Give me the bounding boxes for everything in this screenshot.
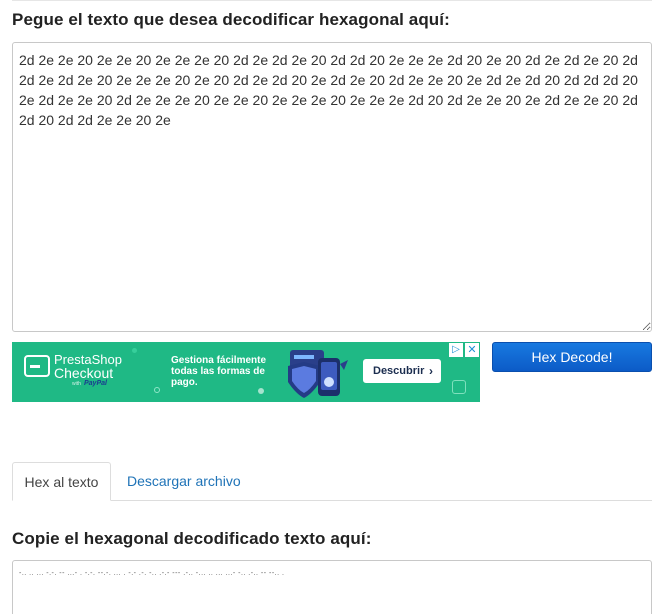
ad-banner[interactable]: PrestaShop Checkout with PayPal Gestiona… <box>12 342 480 402</box>
output-heading: Copie el hexagonal decodificado texto aq… <box>12 529 372 548</box>
ad-decor-dot <box>154 387 160 393</box>
hex-decoder-page: Pegue el texto que desea decodificar hex… <box>0 0 668 614</box>
ad-cta-label: Descubrir <box>373 365 425 377</box>
decoded-output-textarea[interactable]: -.. .. ... -.-. -- ...- . -.-. --.-. ...… <box>12 560 652 614</box>
tab-download-file[interactable]: Descargar archivo <box>127 462 241 500</box>
ad-decor-dot <box>132 348 137 353</box>
tab-bar: Hex al texto Descargar archivo <box>12 462 652 501</box>
ad-brand-sub: Checkout <box>54 365 114 381</box>
tab-hex-to-text[interactable]: Hex al texto <box>12 462 111 501</box>
ad-with-text: with <box>72 381 81 387</box>
ad-decor-dot <box>258 388 264 394</box>
input-heading: Pegue el texto que desea decodificar hex… <box>12 10 450 29</box>
prestashop-logo-icon <box>24 355 50 377</box>
ad-close-icon[interactable]: ✕ <box>465 343 479 357</box>
ad-message: Gestiona fácilmente todas las formas de … <box>171 355 267 388</box>
payment-shield-illustration-icon <box>288 350 348 398</box>
chevron-right-icon: › <box>429 364 433 378</box>
hex-input-textarea[interactable]: 2d 2e 2e 20 2e 2e 20 2e 2e 2e 20 2d 2e 2… <box>12 42 652 332</box>
top-divider <box>12 0 652 1</box>
paypal-logo: PayPal <box>84 380 107 387</box>
ad-decor-dot <box>452 380 466 394</box>
hex-decode-button[interactable]: Hex Decode! <box>492 342 652 372</box>
adchoices-icon[interactable]: ▷ <box>449 343 463 357</box>
ad-cta-button[interactable]: Descubrir › <box>363 359 441 383</box>
